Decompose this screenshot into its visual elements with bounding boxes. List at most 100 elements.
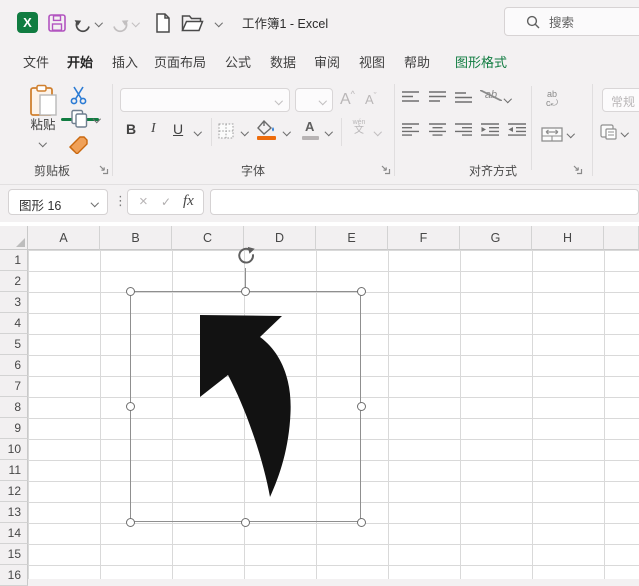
- conditional-format-icon[interactable]: [600, 124, 617, 140]
- row-header-9[interactable]: 9: [0, 418, 28, 439]
- borders-dropdown-chevron[interactable]: [241, 129, 249, 137]
- merge-center-icon[interactable]: [541, 127, 563, 142]
- open-folder-icon[interactable]: [181, 14, 204, 32]
- col-header-e[interactable]: E: [316, 226, 388, 250]
- row-header-12[interactable]: 12: [0, 481, 28, 502]
- increase-indent-icon[interactable]: [508, 123, 526, 137]
- row-header-14[interactable]: 14: [0, 523, 28, 544]
- name-box[interactable]: 图形 16: [8, 189, 108, 215]
- handle-mid-right[interactable]: [357, 402, 366, 411]
- row-header-7[interactable]: 7: [0, 376, 28, 397]
- name-box-chevron[interactable]: [91, 200, 99, 208]
- wrap-text-icon[interactable]: ab c⤾: [540, 90, 564, 108]
- insert-function-icon[interactable]: fx: [183, 193, 194, 210]
- fill-color-chevron[interactable]: [283, 129, 291, 137]
- row-header-5[interactable]: 5: [0, 334, 28, 355]
- row-header-3[interactable]: 3: [0, 292, 28, 313]
- handle-mid-left[interactable]: [126, 402, 135, 411]
- phonetic-dropdown-chevron: [374, 129, 382, 137]
- tab-review[interactable]: 审阅: [305, 45, 349, 78]
- row-header-2[interactable]: 2: [0, 271, 28, 292]
- col-header-a[interactable]: A: [28, 226, 100, 250]
- paste-button[interactable]: 粘贴: [22, 119, 64, 132]
- cut-scissors-icon[interactable]: [68, 86, 90, 105]
- tab-data[interactable]: 数据: [261, 45, 305, 78]
- save-icon[interactable]: [46, 12, 68, 34]
- font-size-combo[interactable]: [295, 88, 333, 112]
- formula-buttons-box: × ✓ fx: [127, 189, 204, 215]
- align-top-icon[interactable]: [402, 91, 419, 104]
- new-file-icon[interactable]: [153, 12, 173, 34]
- workbook-title: 工作簿1 - Excel: [242, 0, 328, 45]
- tab-graphics-format[interactable]: 图形格式: [443, 45, 519, 78]
- align-left-icon[interactable]: [402, 123, 419, 137]
- underline-button[interactable]: U: [173, 121, 183, 137]
- col-header-f[interactable]: F: [388, 226, 460, 250]
- orientation-chevron[interactable]: [504, 96, 512, 104]
- alignment-dialog-launcher-icon[interactable]: [572, 164, 583, 175]
- bold-button[interactable]: B: [126, 121, 136, 137]
- copy-dropdown-chevron[interactable]: [93, 116, 101, 124]
- formula-input[interactable]: [210, 189, 639, 215]
- merge-center-chevron[interactable]: [567, 131, 575, 139]
- customize-quick-access-chevron[interactable]: [215, 20, 223, 28]
- col-header-h[interactable]: H: [532, 226, 604, 250]
- cancel-icon: ×: [139, 193, 148, 210]
- font-dialog-launcher-icon[interactable]: [380, 164, 391, 175]
- row-header-6[interactable]: 6: [0, 355, 28, 376]
- tab-insert[interactable]: 插入: [103, 45, 147, 78]
- handle-top-right[interactable]: [357, 287, 366, 296]
- col-header-partial[interactable]: [604, 226, 639, 250]
- row-header-8[interactable]: 8: [0, 397, 28, 418]
- handle-top-center[interactable]: [241, 287, 250, 296]
- undo-dropdown-chevron[interactable]: [95, 20, 103, 28]
- row-header-1[interactable]: 1: [0, 250, 28, 271]
- align-center-icon[interactable]: [429, 123, 446, 137]
- shrink-font-button: Aˇ: [365, 91, 377, 107]
- format-painter-icon[interactable]: [67, 134, 90, 154]
- copy-icon[interactable]: [70, 109, 89, 128]
- font-color-chevron[interactable]: [325, 129, 333, 137]
- decrease-indent-icon[interactable]: [481, 123, 499, 137]
- paste-clipboard-icon[interactable]: [27, 84, 59, 118]
- separator: [211, 118, 212, 146]
- row-header-16[interactable]: 16: [0, 565, 28, 586]
- row-header-13[interactable]: 13: [0, 502, 28, 523]
- col-header-b[interactable]: B: [100, 226, 172, 250]
- undo-icon[interactable]: [73, 13, 93, 33]
- clipboard-dialog-launcher-icon[interactable]: [98, 164, 109, 175]
- tab-page-layout[interactable]: 页面布局: [147, 45, 213, 78]
- underline-dropdown-chevron[interactable]: [194, 129, 202, 137]
- search-box[interactable]: 搜索: [504, 7, 639, 36]
- tab-home[interactable]: 开始: [58, 45, 102, 78]
- fill-color-icon[interactable]: [257, 120, 277, 135]
- tab-view[interactable]: 视图: [350, 45, 394, 78]
- tab-file[interactable]: 文件: [14, 45, 58, 78]
- borders-icon[interactable]: [218, 123, 234, 139]
- row-header-4[interactable]: 4: [0, 313, 28, 334]
- align-bottom-icon[interactable]: [455, 91, 472, 104]
- row-header-11[interactable]: 11: [0, 460, 28, 481]
- orientation-icon[interactable]: ab: [480, 90, 502, 101]
- select-all-corner[interactable]: [0, 226, 28, 250]
- handle-bottom-right[interactable]: [357, 518, 366, 527]
- number-format-combo: 常规: [602, 88, 639, 112]
- enter-icon: ✓: [161, 195, 171, 209]
- conditional-format-chevron[interactable]: [621, 130, 629, 138]
- formula-bar-resizer[interactable]: ⋮: [114, 193, 127, 209]
- row-header-15[interactable]: 15: [0, 544, 28, 565]
- paste-dropdown-chevron[interactable]: [39, 140, 47, 148]
- align-right-icon[interactable]: [455, 123, 472, 137]
- handle-bottom-center[interactable]: [241, 518, 250, 527]
- tab-help[interactable]: 帮助: [395, 45, 439, 78]
- handle-bottom-left[interactable]: [126, 518, 135, 527]
- italic-button[interactable]: I: [151, 121, 156, 137]
- align-middle-icon[interactable]: [429, 91, 446, 104]
- font-name-combo[interactable]: [120, 88, 290, 112]
- handle-top-left[interactable]: [126, 287, 135, 296]
- rotate-handle-icon[interactable]: [234, 244, 258, 268]
- row-header-10[interactable]: 10: [0, 439, 28, 460]
- font-color-icon[interactable]: A: [305, 119, 314, 134]
- col-header-g[interactable]: G: [460, 226, 532, 250]
- tab-formulas[interactable]: 公式: [216, 45, 260, 78]
